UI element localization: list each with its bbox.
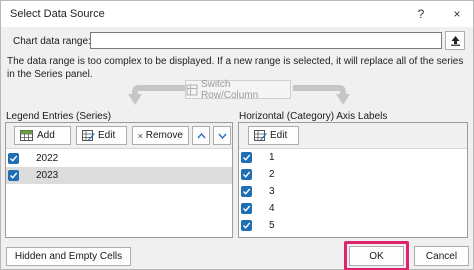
axis-row[interactable]: 3 [239,183,467,200]
checkbox-checked-icon[interactable] [241,220,252,231]
collapse-arrow-icon [450,36,460,46]
switch-row-column-icon [186,84,198,95]
close-button[interactable]: × [448,5,466,23]
move-up-button[interactable] [192,126,210,145]
chart-data-range-input[interactable] [90,32,442,49]
checkbox-checked-icon[interactable] [241,152,252,163]
legend-entries-panel: Add Edit Remove 2022 2023 [5,122,233,238]
edit-series-label: Edit [98,130,116,141]
add-series-label: Add [37,130,55,141]
hidden-empty-cells-button[interactable]: Hidden and Empty Cells [6,247,131,266]
add-series-icon [20,129,33,141]
axis-toolbar: Edit [239,123,467,149]
collapse-dialog-button[interactable] [445,31,465,50]
move-down-button[interactable] [213,126,231,145]
checkbox-checked-icon[interactable] [8,170,19,181]
edit-axis-icon [254,129,267,141]
remove-series-label: Remove [145,130,183,141]
series-label: 2022 [36,153,59,164]
title-bar: Select Data Source ? × [1,1,473,27]
axis-label: 1 [269,152,275,163]
remove-icon [138,133,143,138]
legend-toolbar: Add Edit Remove [6,123,232,149]
axis-row[interactable]: 1 [239,149,467,166]
select-data-source-dialog: Select Data Source ? × Chart data range:… [0,0,474,270]
axis-row[interactable]: 5 [239,217,467,234]
right-curved-arrow-icon [293,85,350,105]
axis-label: 3 [269,186,275,197]
axis-label: 5 [269,220,275,231]
edit-series-button[interactable]: Edit [76,126,127,145]
axis-row[interactable]: 4 [239,200,467,217]
checkbox-checked-icon[interactable] [241,169,252,180]
axis-row[interactable]: 2 [239,166,467,183]
checkbox-checked-icon[interactable] [241,203,252,214]
chevron-up-icon [196,132,206,138]
axis-labels-header: Horizontal (Category) Axis Labels [239,111,388,122]
dialog-title: Select Data Source [10,8,105,20]
switch-row-column-label: Switch Row/Column [200,78,259,101]
legend-row-2023[interactable]: 2023 [6,167,232,184]
switch-row-column-button[interactable]: Switch Row/Column [185,78,291,101]
axis-labels-panel: Edit 1 2 3 4 5 [238,122,468,238]
series-label: 2023 [36,170,59,181]
edit-series-icon [82,129,95,141]
legend-entries-header: Legend Entries (Series) [6,111,112,122]
left-curved-arrow-icon [128,85,185,105]
help-button[interactable]: ? [412,5,430,23]
axis-label: 2 [269,169,275,180]
range-message: The data range is too complex to be disp… [7,56,464,80]
add-series-button[interactable]: Add [14,126,71,145]
checkbox-checked-icon[interactable] [241,186,252,197]
edit-axis-labels-button[interactable]: Edit [248,126,299,145]
chevron-down-icon [217,133,227,139]
checkbox-checked-icon[interactable] [8,153,19,164]
chart-data-range-label: Chart data range: [13,36,91,47]
ok-button[interactable]: OK [349,246,404,266]
cancel-button[interactable]: Cancel [414,246,469,266]
edit-axis-labels-label: Edit [270,130,288,141]
remove-series-button[interactable]: Remove [132,126,189,145]
axis-label: 4 [269,203,275,214]
legend-row-2022[interactable]: 2022 [6,150,232,167]
